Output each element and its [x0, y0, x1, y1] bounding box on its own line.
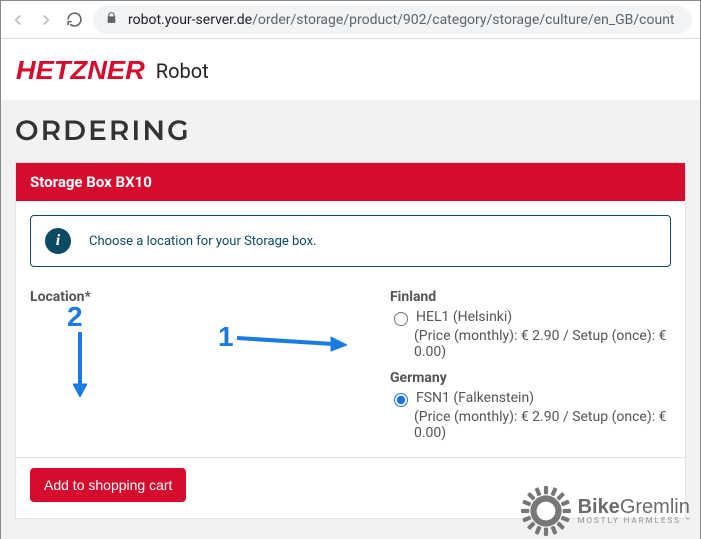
reload-icon[interactable]: [65, 11, 83, 29]
price-hel1: (Price (monthly): € 2.90 / Setup (once):…: [414, 328, 671, 360]
annotation-arrow-1: [237, 327, 347, 353]
country-finland: Finland: [390, 289, 671, 305]
info-box: i Choose a location for your Storage box…: [30, 215, 671, 267]
annotation-1: 1: [218, 321, 234, 353]
url-text: robot.your-server.de/order/storage/produ…: [128, 12, 675, 28]
order-card: Storage Box BX10 i Choose a location for…: [15, 162, 686, 519]
option-hel1-label: HEL1 (Helsinki): [416, 309, 512, 325]
site-header: HETZNER Robot: [1, 39, 700, 100]
info-icon: i: [45, 228, 71, 254]
option-fsn1[interactable]: FSN1 (Falkenstein): [394, 390, 671, 407]
gear-icon: [520, 485, 572, 537]
lock-icon: [105, 11, 118, 28]
hetzner-logo: HETZNER: [16, 55, 145, 86]
radio-fsn1[interactable]: [394, 393, 408, 407]
add-to-cart-button[interactable]: Add to shopping cart: [30, 468, 186, 502]
browser-toolbar: robot.your-server.de/order/storage/produ…: [1, 1, 700, 39]
annotation-arrow-2: [73, 332, 87, 397]
option-hel1[interactable]: HEL1 (Helsinki): [394, 309, 671, 326]
card-title: Storage Box BX10: [16, 163, 685, 201]
info-text: Choose a location for your Storage box.: [89, 234, 316, 249]
page-body: ORDERING Storage Box BX10 i Choose a loc…: [1, 100, 700, 539]
price-fsn1: (Price (monthly): € 2.90 / Setup (once):…: [414, 409, 671, 441]
country-germany: Germany: [390, 370, 671, 386]
page-title: ORDERING: [15, 114, 686, 148]
forward-icon[interactable]: [37, 11, 55, 29]
watermark: BikeGremlin MOSTLY HARMLESS ™: [520, 485, 692, 537]
radio-hel1[interactable]: [394, 312, 408, 326]
address-bar[interactable]: robot.your-server.de/order/storage/produ…: [93, 6, 692, 34]
back-icon[interactable]: [9, 11, 27, 29]
annotation-2: 2: [67, 301, 83, 333]
locations-column: Finland HEL1 (Helsinki) (Price (monthly)…: [390, 289, 671, 451]
watermark-subtitle: MOSTLY HARMLESS ™: [578, 517, 692, 525]
product-name: Robot: [156, 59, 209, 83]
watermark-title: BikeGremlin: [578, 497, 692, 517]
option-fsn1-label: FSN1 (Falkenstein): [416, 390, 534, 406]
